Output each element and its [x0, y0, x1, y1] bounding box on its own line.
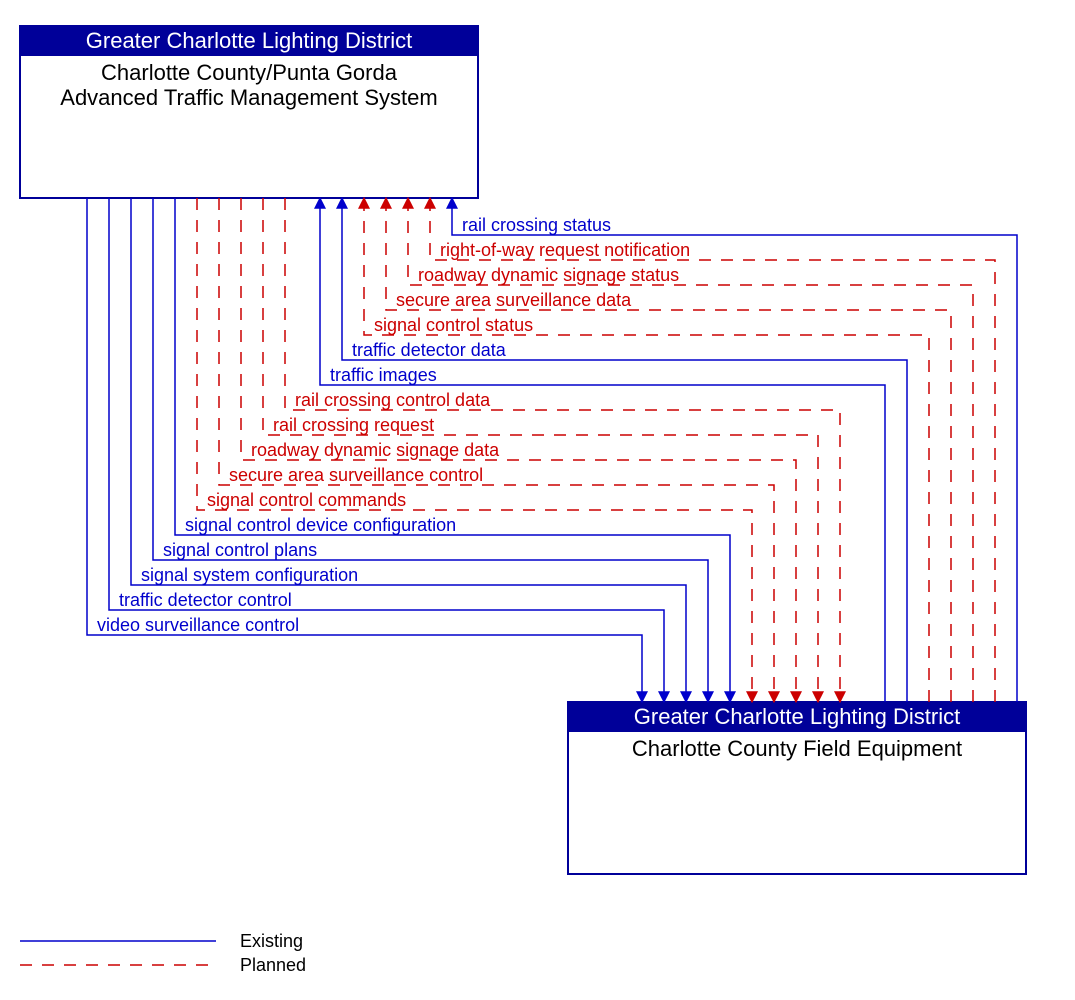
flow-label: signal control plans: [163, 540, 317, 560]
bottom-entity-header: Greater Charlotte Lighting District: [634, 704, 960, 729]
legend-existing-label: Existing: [240, 931, 303, 951]
top-entity-body-line2: Advanced Traffic Management System: [60, 85, 437, 110]
flow-label: secure area surveillance control: [229, 465, 483, 485]
flow-label: rail crossing request: [273, 415, 434, 435]
bottom-entity-box: Greater Charlotte Lighting District Char…: [568, 702, 1026, 874]
flow-label: signal system configuration: [141, 565, 358, 585]
bottom-entity-body: Charlotte County Field Equipment: [632, 736, 962, 761]
flow-label: secure area surveillance data: [396, 290, 632, 310]
flow-label: signal control commands: [207, 490, 406, 510]
flow-label: roadway dynamic signage status: [418, 265, 679, 285]
flow-label: traffic detector data: [352, 340, 507, 360]
flow-label: right-of-way request notification: [440, 240, 690, 260]
flow-label: traffic images: [330, 365, 437, 385]
top-entity-header: Greater Charlotte Lighting District: [86, 28, 412, 53]
diagram-canvas: Greater Charlotte Lighting District Char…: [0, 0, 1075, 1000]
legend: Existing Planned: [20, 931, 306, 975]
flow-label: video surveillance control: [97, 615, 299, 635]
flow-label: signal control device configuration: [185, 515, 456, 535]
top-entity-box: Greater Charlotte Lighting District Char…: [20, 26, 478, 198]
flow-lines-group: rail crossing status right-of-way request…: [87, 198, 1017, 702]
top-entity-body-line1: Charlotte County/Punta Gorda: [101, 60, 398, 85]
flow-label: rail crossing status: [462, 215, 611, 235]
flow-label: traffic detector control: [119, 590, 292, 610]
flow-label: roadway dynamic signage data: [251, 440, 500, 460]
flow-label: signal control status: [374, 315, 533, 335]
legend-planned-label: Planned: [240, 955, 306, 975]
flow-label: rail crossing control data: [295, 390, 491, 410]
